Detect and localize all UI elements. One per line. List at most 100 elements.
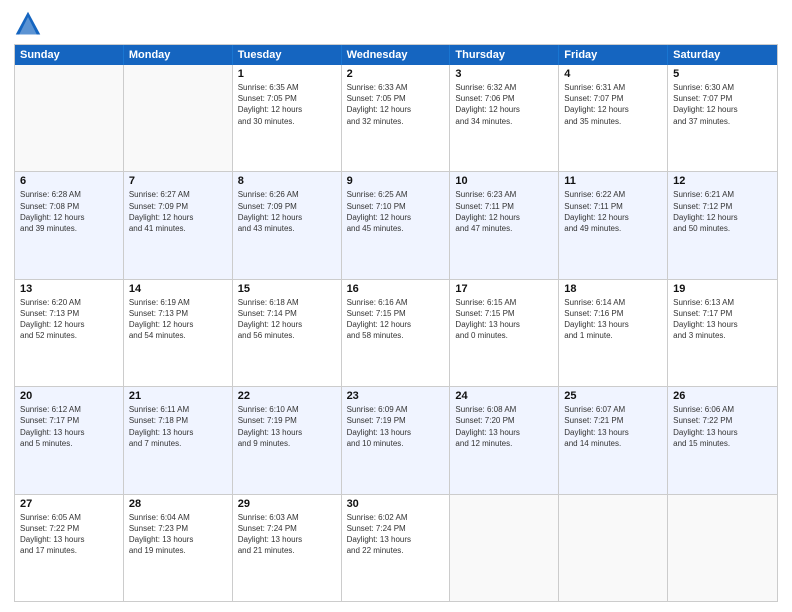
calendar-cell-0-3: 2 Sunrise: 6:33 AM Sunset: 7:05 PM Daylig…: [342, 65, 451, 171]
day-info: Sunrise: 6:07 AM Sunset: 7:21 PM Dayligh…: [564, 404, 662, 449]
day-number: 5: [673, 68, 772, 80]
day-info: Sunrise: 6:10 AM Sunset: 7:19 PM Dayligh…: [238, 404, 336, 449]
day-number: 6: [20, 175, 118, 187]
calendar-row-0: 1Sunrise: 6:35 AM Sunset: 7:05 PM Daylig…: [15, 65, 777, 171]
day-number: 3: [455, 68, 553, 80]
day-info: Sunrise: 6:23 AM Sunset: 7:11 PM Dayligh…: [455, 189, 553, 234]
calendar-cell-2-3: 16Sunrise: 6:16 AM Sunset: 7:15 PM Dayli…: [342, 280, 451, 386]
calendar-cell-4-3: 30 Sunrise: 6:02 AM Sunset: 7:24 PM Dayli…: [342, 495, 451, 601]
calendar-row-3: 20 Sunrise: 6:12 AM Sunset: 7:17 PM Dayli…: [15, 386, 777, 493]
day-number: 19: [673, 283, 772, 295]
calendar-cell-3-3: 23 Sunrise: 6:09 AM Sunset: 7:19 PM Dayli…: [342, 387, 451, 493]
day-number: 15: [238, 283, 336, 295]
calendar-cell-4-5: [559, 495, 668, 601]
day-info: Sunrise: 6:05 AM Sunset: 7:22 PM Dayligh…: [20, 512, 118, 557]
header-day-friday: Friday: [559, 45, 668, 65]
day-info: Sunrise: 6:25 AM Sunset: 7:10 PM Dayligh…: [347, 189, 445, 234]
calendar-header: SundayMondayTuesdayWednesdayThursdayFrid…: [15, 45, 777, 65]
header: [14, 10, 778, 38]
day-number: 7: [129, 175, 227, 187]
day-info: Sunrise: 6:30 AM Sunset: 7:07 PM Dayligh…: [673, 82, 772, 127]
day-info: Sunrise: 6:08 AM Sunset: 7:20 PM Dayligh…: [455, 404, 553, 449]
page: SundayMondayTuesdayWednesdayThursdayFrid…: [0, 0, 792, 612]
calendar-cell-0-0: [15, 65, 124, 171]
header-day-sunday: Sunday: [15, 45, 124, 65]
day-number: 22: [238, 390, 336, 402]
calendar-cell-2-1: 14Sunrise: 6:19 AM Sunset: 7:13 PM Dayli…: [124, 280, 233, 386]
day-number: 28: [129, 498, 227, 510]
calendar-cell-1-5: 11 Sunrise: 6:22 AM Sunset: 7:11 PM Dayli…: [559, 172, 668, 278]
day-number: 20: [20, 390, 118, 402]
calendar-cell-1-3: 9 Sunrise: 6:25 AM Sunset: 7:10 PM Daylig…: [342, 172, 451, 278]
calendar-row-2: 13 Sunrise: 6:20 AM Sunset: 7:13 PM Dayli…: [15, 279, 777, 386]
calendar-cell-1-2: 8 Sunrise: 6:26 AM Sunset: 7:09 PM Daylig…: [233, 172, 342, 278]
calendar-cell-4-1: 28 Sunrise: 6:04 AM Sunset: 7:23 PM Dayli…: [124, 495, 233, 601]
day-info: Sunrise: 6:33 AM Sunset: 7:05 PM Dayligh…: [347, 82, 445, 127]
day-number: 9: [347, 175, 445, 187]
calendar: SundayMondayTuesdayWednesdayThursdayFrid…: [14, 44, 778, 602]
day-info: Sunrise: 6:20 AM Sunset: 7:13 PM Dayligh…: [20, 297, 118, 342]
calendar-cell-2-2: 15 Sunrise: 6:18 AM Sunset: 7:14 PM Dayli…: [233, 280, 342, 386]
day-info: Sunrise: 6:04 AM Sunset: 7:23 PM Dayligh…: [129, 512, 227, 557]
header-day-tuesday: Tuesday: [233, 45, 342, 65]
day-info: Sunrise: 6:28 AM Sunset: 7:08 PM Dayligh…: [20, 189, 118, 234]
day-info: Sunrise: 6:26 AM Sunset: 7:09 PM Dayligh…: [238, 189, 336, 234]
day-number: 17: [455, 283, 553, 295]
day-number: 4: [564, 68, 662, 80]
calendar-cell-0-4: 3 Sunrise: 6:32 AM Sunset: 7:06 PM Daylig…: [450, 65, 559, 171]
day-number: 12: [673, 175, 772, 187]
day-info: Sunrise: 6:18 AM Sunset: 7:14 PM Dayligh…: [238, 297, 336, 342]
day-info: Sunrise: 6:32 AM Sunset: 7:06 PM Dayligh…: [455, 82, 553, 127]
calendar-cell-3-4: 24 Sunrise: 6:08 AM Sunset: 7:20 PM Dayli…: [450, 387, 559, 493]
calendar-cell-4-6: [668, 495, 777, 601]
day-number: 26: [673, 390, 772, 402]
calendar-cell-2-0: 13 Sunrise: 6:20 AM Sunset: 7:13 PM Dayli…: [15, 280, 124, 386]
day-info: Sunrise: 6:22 AM Sunset: 7:11 PM Dayligh…: [564, 189, 662, 234]
day-info: Sunrise: 6:15 AM Sunset: 7:15 PM Dayligh…: [455, 297, 553, 342]
calendar-cell-1-6: 12 Sunrise: 6:21 AM Sunset: 7:12 PM Dayli…: [668, 172, 777, 278]
day-number: 13: [20, 283, 118, 295]
day-number: 8: [238, 175, 336, 187]
day-number: 2: [347, 68, 445, 80]
calendar-cell-3-1: 21Sunrise: 6:11 AM Sunset: 7:18 PM Dayli…: [124, 387, 233, 493]
calendar-cell-3-0: 20 Sunrise: 6:12 AM Sunset: 7:17 PM Dayli…: [15, 387, 124, 493]
calendar-cell-1-1: 7Sunrise: 6:27 AM Sunset: 7:09 PM Daylig…: [124, 172, 233, 278]
logo-icon: [14, 10, 42, 38]
calendar-cell-0-2: 1Sunrise: 6:35 AM Sunset: 7:05 PM Daylig…: [233, 65, 342, 171]
calendar-cell-3-5: 25 Sunrise: 6:07 AM Sunset: 7:21 PM Dayli…: [559, 387, 668, 493]
day-number: 16: [347, 283, 445, 295]
day-number: 25: [564, 390, 662, 402]
calendar-cell-4-2: 29Sunrise: 6:03 AM Sunset: 7:24 PM Dayli…: [233, 495, 342, 601]
day-info: Sunrise: 6:09 AM Sunset: 7:19 PM Dayligh…: [347, 404, 445, 449]
day-number: 30: [347, 498, 445, 510]
day-info: Sunrise: 6:11 AM Sunset: 7:18 PM Dayligh…: [129, 404, 227, 449]
calendar-cell-0-5: 4 Sunrise: 6:31 AM Sunset: 7:07 PM Daylig…: [559, 65, 668, 171]
calendar-cell-0-1: [124, 65, 233, 171]
calendar-body: 1Sunrise: 6:35 AM Sunset: 7:05 PM Daylig…: [15, 65, 777, 601]
calendar-row-4: 27 Sunrise: 6:05 AM Sunset: 7:22 PM Dayli…: [15, 494, 777, 601]
day-info: Sunrise: 6:06 AM Sunset: 7:22 PM Dayligh…: [673, 404, 772, 449]
day-number: 23: [347, 390, 445, 402]
day-number: 11: [564, 175, 662, 187]
header-day-wednesday: Wednesday: [342, 45, 451, 65]
calendar-cell-4-0: 27 Sunrise: 6:05 AM Sunset: 7:22 PM Dayli…: [15, 495, 124, 601]
calendar-cell-3-2: 22 Sunrise: 6:10 AM Sunset: 7:19 PM Dayli…: [233, 387, 342, 493]
header-day-thursday: Thursday: [450, 45, 559, 65]
calendar-cell-2-4: 17 Sunrise: 6:15 AM Sunset: 7:15 PM Dayli…: [450, 280, 559, 386]
day-number: 29: [238, 498, 336, 510]
day-info: Sunrise: 6:14 AM Sunset: 7:16 PM Dayligh…: [564, 297, 662, 342]
calendar-cell-4-4: [450, 495, 559, 601]
day-number: 24: [455, 390, 553, 402]
day-number: 27: [20, 498, 118, 510]
day-info: Sunrise: 6:02 AM Sunset: 7:24 PM Dayligh…: [347, 512, 445, 557]
calendar-row-1: 6 Sunrise: 6:28 AM Sunset: 7:08 PM Daylig…: [15, 171, 777, 278]
day-info: Sunrise: 6:21 AM Sunset: 7:12 PM Dayligh…: [673, 189, 772, 234]
calendar-cell-0-6: 5 Sunrise: 6:30 AM Sunset: 7:07 PM Daylig…: [668, 65, 777, 171]
day-number: 1: [238, 68, 336, 80]
day-info: Sunrise: 6:12 AM Sunset: 7:17 PM Dayligh…: [20, 404, 118, 449]
calendar-cell-1-4: 10Sunrise: 6:23 AM Sunset: 7:11 PM Dayli…: [450, 172, 559, 278]
header-day-saturday: Saturday: [668, 45, 777, 65]
day-info: Sunrise: 6:31 AM Sunset: 7:07 PM Dayligh…: [564, 82, 662, 127]
header-day-monday: Monday: [124, 45, 233, 65]
calendar-cell-2-5: 18Sunrise: 6:14 AM Sunset: 7:16 PM Dayli…: [559, 280, 668, 386]
